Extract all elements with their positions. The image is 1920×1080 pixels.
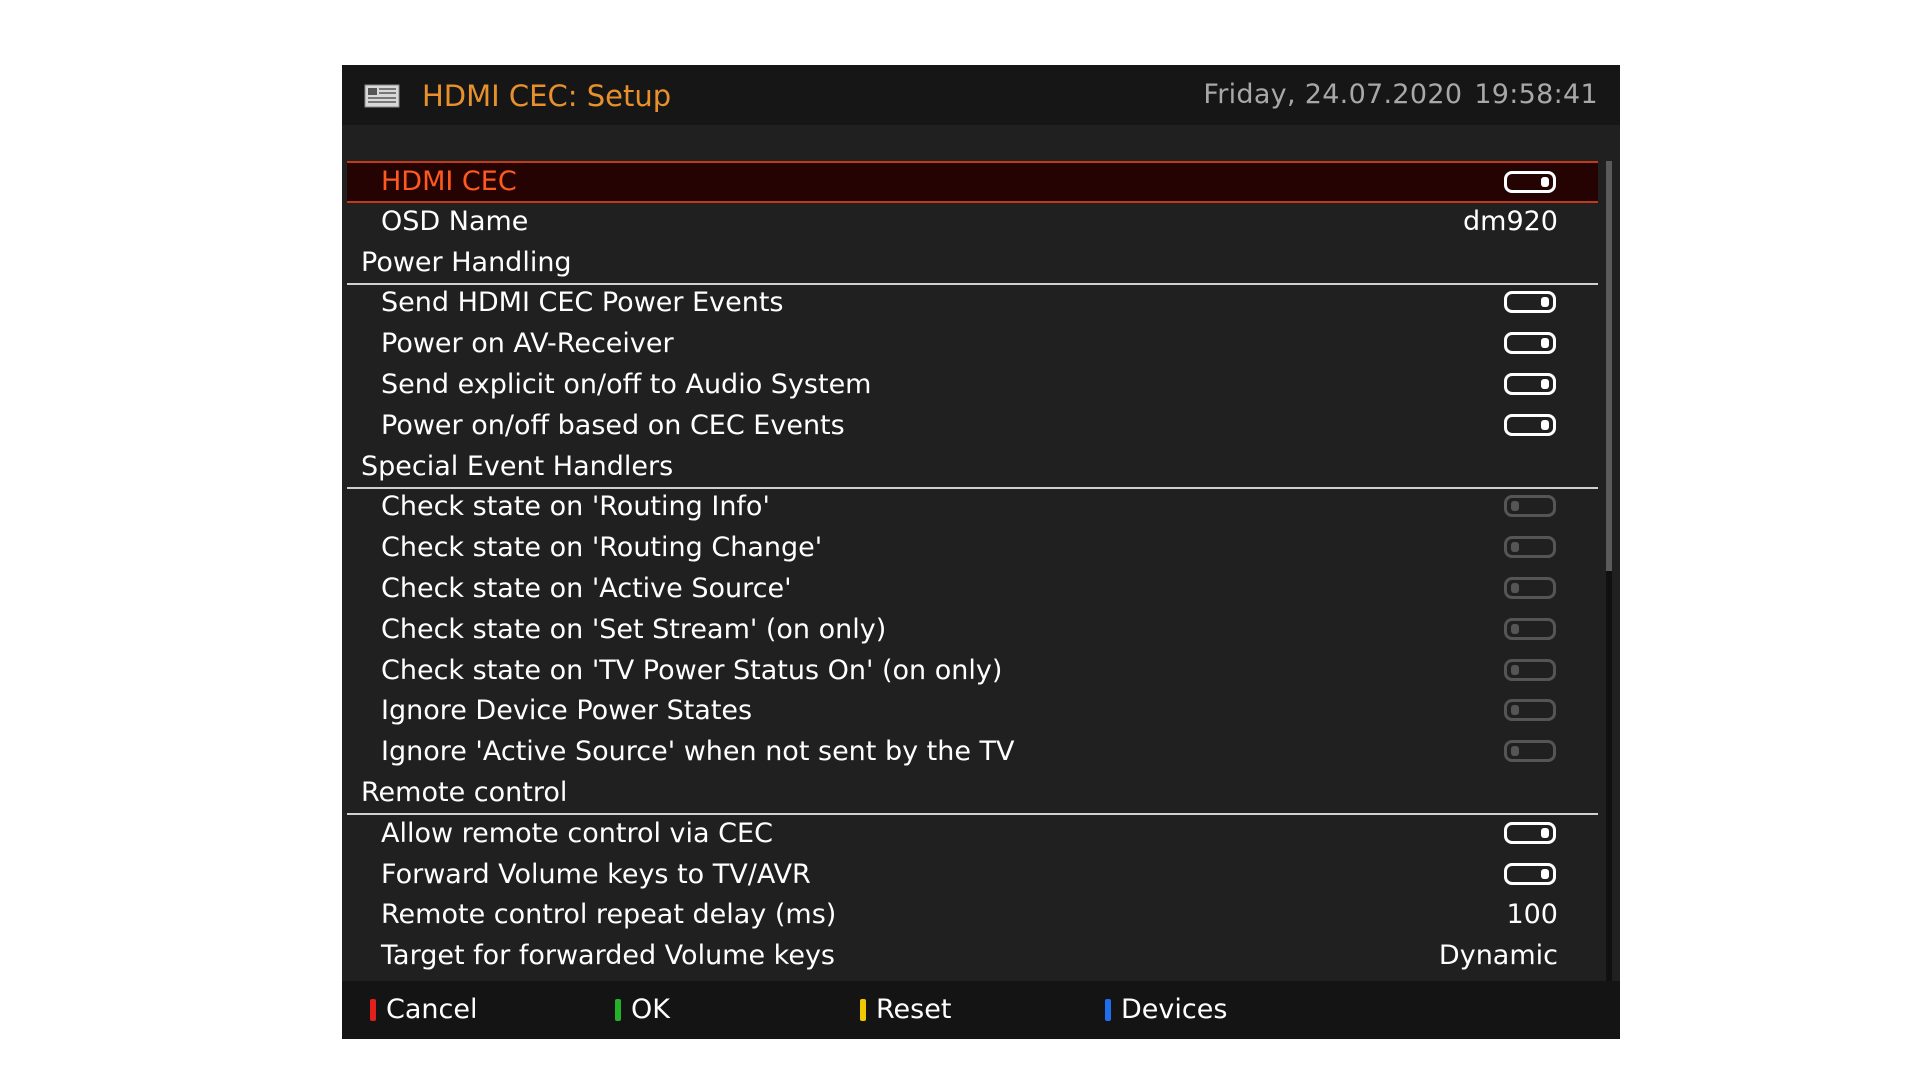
setting-label: Ignore 'Active Source' when not sent by … bbox=[381, 736, 1015, 767]
reset-button[interactable]: Reset bbox=[860, 991, 951, 1029]
setting-row-osd-name[interactable]: OSD Name dm920 bbox=[347, 202, 1598, 242]
setting-label: Send HDMI CEC Power Events bbox=[381, 287, 784, 318]
blue-key-icon bbox=[1105, 999, 1111, 1021]
button-label: Devices bbox=[1121, 994, 1228, 1025]
yellow-key-icon bbox=[860, 999, 866, 1021]
setting-row-send-hdmi-cec-power-events[interactable]: Send HDMI CEC Power Events bbox=[347, 283, 1598, 323]
setting-row-ignore-active-source-when-not-sent-by-the-tv[interactable]: Ignore 'Active Source' when not sent by … bbox=[347, 732, 1598, 772]
toggle-switch[interactable] bbox=[1504, 822, 1556, 844]
toggle-switch[interactable] bbox=[1504, 291, 1556, 313]
setting-row-hdmi-cec[interactable]: HDMI CEC bbox=[347, 161, 1598, 203]
setup-panel-icon bbox=[364, 84, 400, 108]
page-title: HDMI CEC: Setup bbox=[422, 79, 672, 113]
devices-button[interactable]: Devices bbox=[1105, 991, 1227, 1029]
button-label: OK bbox=[631, 994, 670, 1025]
green-key-icon bbox=[615, 999, 621, 1021]
setting-value[interactable]: dm920 bbox=[1463, 202, 1558, 242]
scrollbar-thumb[interactable] bbox=[1606, 161, 1612, 571]
setting-value[interactable]: 100 bbox=[1506, 895, 1558, 935]
setting-label: Check state on 'Routing Change' bbox=[381, 532, 823, 563]
toggle-switch[interactable] bbox=[1504, 495, 1556, 517]
toggle-switch[interactable] bbox=[1504, 414, 1556, 436]
setting-label: Check state on 'TV Power Status On' (on … bbox=[381, 655, 1003, 686]
setting-row-send-explicit-on-off-to-audio-system[interactable]: Send explicit on/off to Audio System bbox=[347, 365, 1598, 405]
section-label: Power Handling bbox=[361, 247, 572, 278]
settings-list: HDMI CEC OSD Name dm920 Power Handling Send … bbox=[347, 161, 1598, 981]
toggle-switch[interactable] bbox=[1504, 740, 1556, 762]
header-bar: HDMI CEC: Setup Friday, 24.07.2020 19:58:… bbox=[342, 65, 1620, 125]
setting-label: Remote control repeat delay (ms) bbox=[381, 899, 837, 930]
button-label: Reset bbox=[876, 994, 952, 1025]
setting-label: HDMI CEC bbox=[381, 166, 517, 197]
toggle-switch[interactable] bbox=[1504, 536, 1556, 558]
toggle-switch[interactable] bbox=[1504, 577, 1556, 599]
ok-button[interactable]: OK bbox=[615, 991, 670, 1029]
setting-row-ignore-device-power-states[interactable]: Ignore Device Power States bbox=[347, 691, 1598, 731]
setting-label: Check state on 'Set Stream' (on only) bbox=[381, 614, 887, 645]
setting-row-remote-control-repeat-delay-ms[interactable]: Remote control repeat delay (ms) 100 bbox=[347, 895, 1598, 935]
toggle-switch[interactable] bbox=[1504, 863, 1556, 885]
section-label: Remote control bbox=[361, 777, 568, 808]
setting-label: Check state on 'Active Source' bbox=[381, 573, 792, 604]
setting-row-target-for-forwarded-volume-keys[interactable]: Target for forwarded Volume keys Dynamic bbox=[347, 936, 1598, 976]
setting-row-power-on-av-receiver[interactable]: Power on AV-Receiver bbox=[347, 324, 1598, 364]
setting-row-power-on-off-based-on-cec-events[interactable]: Power on/off based on CEC Events bbox=[347, 406, 1598, 446]
setting-row-check-state-on-active-source[interactable]: Check state on 'Active Source' bbox=[347, 569, 1598, 609]
scrollbar[interactable] bbox=[1606, 161, 1612, 981]
settings-screen: HDMI CEC: Setup Friday, 24.07.2020 19:58:… bbox=[342, 65, 1620, 1039]
setting-label: Ignore Device Power States bbox=[381, 695, 753, 726]
cancel-button[interactable]: Cancel bbox=[370, 991, 477, 1029]
section-header-power-handling: Power Handling bbox=[347, 243, 1598, 285]
toggle-switch[interactable] bbox=[1504, 699, 1556, 721]
setting-label: Forward Volume keys to TV/AVR bbox=[381, 859, 811, 890]
setting-label: OSD Name bbox=[381, 206, 529, 237]
toggle-switch[interactable] bbox=[1504, 373, 1556, 395]
toggle-switch[interactable] bbox=[1504, 618, 1556, 640]
section-header-remote-control: Remote control bbox=[347, 773, 1598, 815]
setting-label: Power on/off based on CEC Events bbox=[381, 410, 845, 441]
setting-label: Check state on 'Routing Info' bbox=[381, 491, 770, 522]
button-label: Cancel bbox=[386, 994, 478, 1025]
setting-row-allow-remote-control-via-cec[interactable]: Allow remote control via CEC bbox=[347, 814, 1598, 854]
toggle-switch[interactable] bbox=[1504, 171, 1556, 193]
clock: Friday, 24.07.2020 19:58:41 bbox=[1203, 79, 1598, 110]
setting-row-forward-volume-keys-to-tv-avr[interactable]: Forward Volume keys to TV/AVR bbox=[347, 855, 1598, 895]
setting-row-check-state-on-tv-power-status-on-on-only[interactable]: Check state on 'TV Power Status On' (on … bbox=[347, 651, 1598, 691]
setting-value[interactable]: Dynamic bbox=[1439, 936, 1558, 976]
clock-date: Friday, 24.07.2020 bbox=[1203, 79, 1463, 110]
setting-label: Power on AV-Receiver bbox=[381, 328, 674, 359]
toggle-switch[interactable] bbox=[1504, 659, 1556, 681]
setting-label: Send explicit on/off to Audio System bbox=[381, 369, 872, 400]
setting-row-check-state-on-set-stream-on-only[interactable]: Check state on 'Set Stream' (on only) bbox=[347, 610, 1598, 650]
section-header-special-event-handlers: Special Event Handlers bbox=[347, 447, 1598, 489]
clock-time: 19:58:41 bbox=[1474, 79, 1598, 110]
footer-bar: Cancel OK Reset Devices bbox=[342, 981, 1620, 1039]
setting-row-check-state-on-routing-change[interactable]: Check state on 'Routing Change' bbox=[347, 528, 1598, 568]
setting-row-check-state-on-routing-info[interactable]: Check state on 'Routing Info' bbox=[347, 487, 1598, 527]
section-label: Special Event Handlers bbox=[361, 451, 674, 482]
toggle-switch[interactable] bbox=[1504, 332, 1556, 354]
setting-label: Target for forwarded Volume keys bbox=[381, 940, 836, 971]
red-key-icon bbox=[370, 999, 376, 1021]
setting-label: Allow remote control via CEC bbox=[381, 818, 773, 849]
